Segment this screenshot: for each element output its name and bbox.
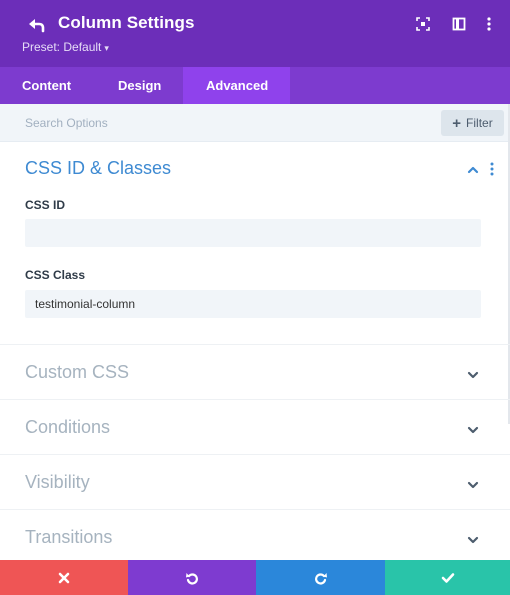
css-class-label: CSS Class: [25, 268, 86, 282]
css-class-field[interactable]: [25, 290, 481, 318]
chevron-up-icon[interactable]: [466, 163, 480, 177]
undo-button[interactable]: [128, 560, 256, 595]
chevron-down-icon: [466, 478, 480, 492]
action-bar: [0, 560, 510, 595]
section-transitions[interactable]: Transitions: [0, 510, 510, 560]
checkmark-icon: [441, 572, 454, 583]
modal-header: Column Settings Preset: Default ▾: [0, 0, 510, 67]
back-arrow-icon[interactable]: [26, 14, 48, 36]
tab-content[interactable]: Content: [0, 67, 98, 104]
plus-icon: +: [452, 114, 462, 132]
section-conditions[interactable]: Conditions: [0, 400, 510, 455]
section-title: Visibility: [25, 472, 90, 492]
settings-tabs: Content Design Advanced: [0, 67, 510, 104]
css-id-label: CSS ID: [25, 198, 66, 212]
save-button[interactable]: [385, 560, 510, 595]
css-id-field[interactable]: [25, 219, 481, 247]
section-title: Conditions: [25, 417, 111, 437]
tab-advanced[interactable]: Advanced: [183, 67, 290, 104]
chevron-down-icon: ▾: [104, 43, 109, 53]
modal-title: Column Settings: [58, 13, 195, 32]
preset-label: Preset: Default: [22, 40, 102, 54]
redo-icon: [314, 572, 327, 584]
search-input[interactable]: [0, 104, 440, 141]
fullscreen-icon[interactable]: [414, 15, 432, 33]
section-css-id-classes: CSS ID & Classes CSS ID CSS Class: [0, 142, 510, 345]
close-icon: [58, 572, 70, 583]
section-title: Transitions: [25, 527, 113, 547]
chevron-down-icon: [466, 533, 480, 547]
section-visibility[interactable]: Visibility: [0, 455, 510, 510]
chevron-down-icon: [466, 368, 480, 382]
filter-label: Filter: [466, 116, 493, 130]
section-options-icon[interactable]: [488, 161, 496, 177]
filter-button[interactable]: + Filter: [441, 110, 504, 136]
tab-design[interactable]: Design: [98, 67, 183, 104]
search-bar: + Filter: [0, 104, 510, 142]
cancel-button[interactable]: [0, 560, 128, 595]
redo-button[interactable]: [256, 560, 385, 595]
section-title: Custom CSS: [25, 362, 130, 382]
undo-icon: [186, 572, 198, 584]
split-view-icon[interactable]: [450, 15, 468, 33]
section-title[interactable]: CSS ID & Classes: [25, 158, 171, 179]
more-options-icon[interactable]: [480, 15, 498, 33]
preset-selector[interactable]: Preset: Default ▾: [22, 40, 109, 54]
section-custom-css[interactable]: Custom CSS: [0, 345, 510, 400]
chevron-down-icon: [466, 423, 480, 437]
